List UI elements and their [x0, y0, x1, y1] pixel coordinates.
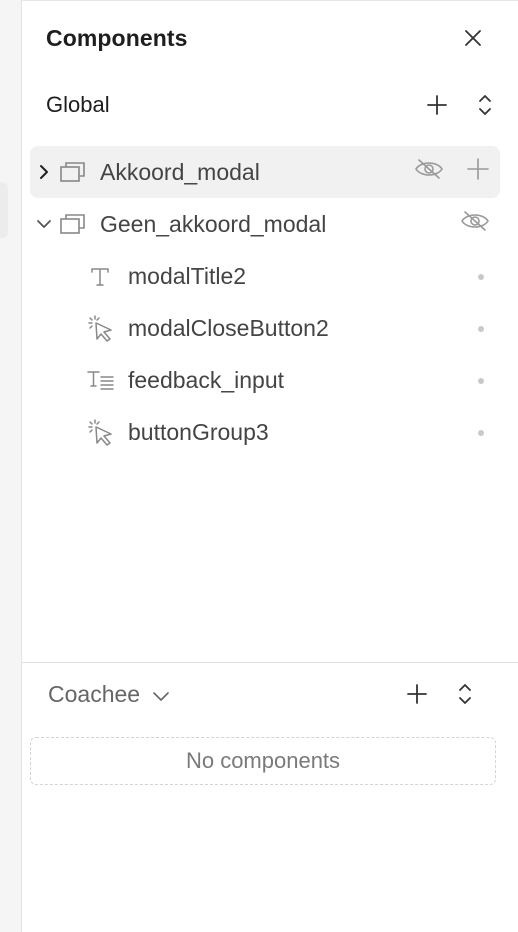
- tree-child-item[interactable]: buttonGroup3: [30, 406, 500, 458]
- eye-off-icon[interactable]: [414, 157, 444, 187]
- plus-icon[interactable]: [466, 157, 490, 187]
- coachee-section-header: Coachee: [48, 676, 480, 712]
- components-panel: Components Global Akkoord_modal Geen_akk…: [22, 0, 518, 932]
- plus-icon[interactable]: [422, 90, 452, 120]
- status-dot: [478, 274, 484, 280]
- global-section-label: Global: [46, 92, 110, 117]
- plus-icon[interactable]: [402, 679, 432, 709]
- left-sidebar-tab[interactable]: [0, 182, 8, 238]
- tree-item-label: buttonGroup3: [128, 418, 269, 445]
- coachee-section-label: Coachee: [48, 680, 141, 707]
- tree-child-item[interactable]: feedback_input: [30, 354, 500, 406]
- panel-header: Components: [46, 22, 488, 54]
- text-input-icon: [82, 365, 118, 395]
- coachee-dropdown[interactable]: Coachee: [48, 681, 170, 708]
- expand-collapse-icon[interactable]: [450, 679, 480, 709]
- tree-item-label: Akkoord_modal: [100, 158, 260, 185]
- frame-icon: [58, 157, 88, 187]
- tree-item-label: modalTitle2: [128, 262, 247, 289]
- chevron-down-icon: [152, 681, 170, 708]
- status-dot: [478, 326, 484, 332]
- component-tree: Akkoord_modal Geen_akkoord_modal modalTi…: [30, 146, 500, 458]
- tree-child-item[interactable]: modalCloseButton2: [30, 302, 500, 354]
- close-icon[interactable]: [458, 23, 488, 53]
- left-sidebar-edge: [0, 0, 22, 932]
- tree-child-item[interactable]: modalTitle2: [30, 250, 500, 302]
- empty-state: No components: [30, 737, 496, 785]
- tree-item-label: Geen_akkoord_modal: [100, 210, 327, 237]
- tree-item-geen-akkoord-modal[interactable]: Geen_akkoord_modal: [30, 198, 500, 250]
- text-icon: [82, 261, 118, 291]
- panel-title: Components: [46, 24, 188, 51]
- frame-icon: [58, 209, 88, 239]
- status-dot: [478, 378, 484, 384]
- tree-item-label: feedback_input: [128, 366, 285, 393]
- expand-collapse-icon[interactable]: [470, 90, 500, 120]
- status-dot: [478, 430, 484, 436]
- tree-item-label: modalCloseButton2: [128, 314, 329, 341]
- section-divider: [22, 662, 518, 663]
- empty-state-text: No components: [185, 748, 341, 773]
- global-section-header: Global: [46, 88, 500, 122]
- chevron-down-icon[interactable]: [30, 218, 58, 230]
- eye-off-icon[interactable]: [460, 209, 490, 239]
- chevron-right-icon[interactable]: [30, 164, 58, 180]
- tree-item-akkoord-modal[interactable]: Akkoord_modal: [30, 146, 500, 198]
- cursor-click-icon: [82, 417, 118, 447]
- cursor-click-icon: [82, 313, 118, 343]
